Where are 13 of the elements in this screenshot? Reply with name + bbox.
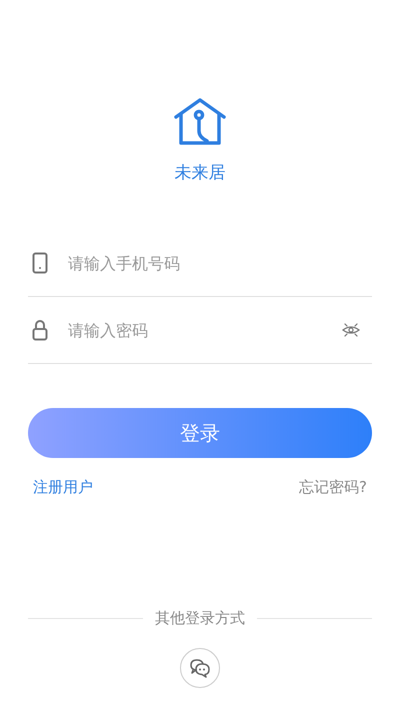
lock-icon <box>32 319 48 341</box>
app-name: 未来居 <box>174 162 226 184</box>
phone-icon <box>32 252 48 274</box>
house-logo-icon <box>173 97 227 147</box>
eye-closed-icon[interactable] <box>342 322 360 338</box>
phone-input[interactable]: 请输入手机号码 <box>68 248 372 278</box>
password-input[interactable]: 请输入密码 <box>68 315 342 345</box>
chat-bubbles-icon <box>189 658 211 678</box>
other-login-label: 其他登录方式 <box>155 609 245 628</box>
chat-login-button[interactable] <box>180 648 220 688</box>
login-button[interactable]: 登录 <box>28 408 372 458</box>
register-link[interactable]: 注册用户 <box>33 478 93 497</box>
forgot-password-link[interactable]: 忘记密码? <box>299 478 367 497</box>
